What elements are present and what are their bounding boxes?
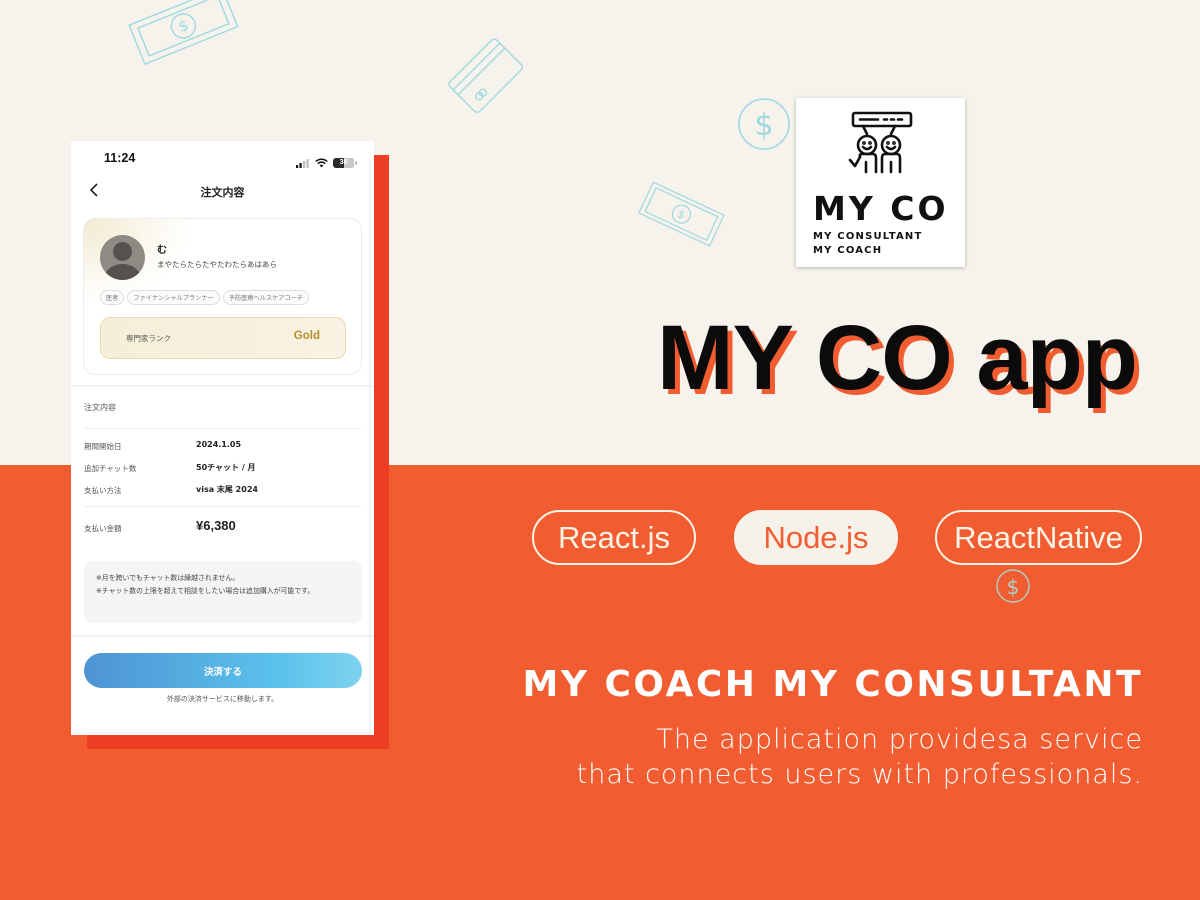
page-title: 注文内容 bbox=[200, 186, 245, 199]
nav-bar: 注文内容 bbox=[71, 177, 374, 205]
divider bbox=[84, 506, 361, 507]
svg-text:$: $ bbox=[754, 108, 773, 143]
row-value-start-date: 2024.1.05 bbox=[196, 440, 242, 449]
tagline: MY COACH MY CONSULTANT bbox=[522, 664, 1143, 705]
logo-subtitle: MY COACH bbox=[813, 245, 883, 256]
tag: 予防医療ヘルスケアコーチ bbox=[222, 290, 309, 305]
row-value-chat-count: 50チャット / 月 bbox=[196, 463, 256, 472]
phone-screen: 11:24 38 注文内容 む まやたらたらたやたわたらあはあら 医者 ファイナ… bbox=[71, 141, 374, 735]
dollar-coin-icon: $ bbox=[995, 568, 1031, 604]
notice-line: ※月を跨いでもチャット数は繰越されません。 bbox=[96, 574, 240, 582]
section-divider bbox=[71, 385, 374, 387]
banknote-icon: $ bbox=[128, 0, 239, 66]
status-bar: 11:24 38 bbox=[71, 141, 374, 177]
wifi-icon bbox=[315, 153, 328, 172]
description: The application providesa service that c… bbox=[577, 722, 1143, 792]
divider bbox=[84, 428, 361, 429]
dollar-coin-icon: $ bbox=[737, 97, 791, 151]
notice-box: ※月を跨いでもチャット数は繰越されません。 ※チャット数の上限を超えて相談をした… bbox=[84, 561, 362, 623]
notice-line: ※チャット数の上限を超えて相談をしたい場合は追加購入が可能です。 bbox=[96, 587, 315, 595]
pay-button[interactable]: 決済する bbox=[84, 653, 362, 688]
row-label-start-date: 期間開始日 bbox=[84, 442, 122, 451]
row-value-payment-method: visa 末尾 2024 bbox=[196, 485, 258, 494]
tech-pill-react: React.js bbox=[532, 510, 696, 565]
row-label-chat-count: 追加チャット数 bbox=[84, 464, 137, 473]
logo-subtitle: MY CONSULTANT bbox=[813, 231, 923, 242]
banknote-icon: $ bbox=[636, 180, 726, 250]
description-line: that connects users with professionals. bbox=[576, 759, 1143, 790]
app-title: MY CO app bbox=[656, 307, 1138, 409]
tech-pill-react-native: ReactNative bbox=[935, 510, 1142, 565]
tag: ファイナンシャルプランナー bbox=[127, 290, 220, 305]
rank-label: 専門家ランク bbox=[126, 334, 171, 343]
section-divider bbox=[71, 635, 374, 637]
svg-text:$: $ bbox=[176, 16, 192, 36]
total-label: 支払い金額 bbox=[84, 524, 122, 533]
rank-value: Gold bbox=[293, 330, 320, 342]
pay-note: 外部の決済サービスに移動します。 bbox=[166, 695, 279, 703]
order-section-title: 注文内容 bbox=[84, 403, 116, 412]
signal-icon bbox=[296, 153, 310, 172]
total-price: ¥6,380 bbox=[196, 518, 236, 533]
app-logo: MY CO MY CONSULTANT MY COACH bbox=[796, 98, 965, 267]
user-bio: まやたらたらたやたわたらあはあら bbox=[157, 260, 277, 269]
tag: 医者 bbox=[100, 290, 125, 305]
tech-pill-node: Node.js bbox=[734, 510, 898, 565]
svg-text:$: $ bbox=[1007, 575, 1020, 599]
status-icons: 38 bbox=[296, 153, 357, 172]
expert-rank-box: 専門家ランク Gold bbox=[100, 317, 346, 359]
avatar bbox=[100, 235, 145, 280]
battery-icon: 38 bbox=[333, 157, 357, 168]
profile-card: む まやたらたらたやたわたらあはあら 医者 ファイナンシャルプランナー 予防医療… bbox=[83, 218, 362, 375]
status-time: 11:24 bbox=[104, 151, 136, 165]
two-people-chat-icon bbox=[847, 110, 915, 182]
credit-card-icon bbox=[440, 30, 530, 120]
logo-name: MY CO bbox=[813, 189, 949, 228]
tag-list: 医者 ファイナンシャルプランナー 予防医療ヘルスケアコーチ bbox=[100, 290, 309, 305]
svg-text:$: $ bbox=[675, 207, 687, 222]
row-label-payment-method: 支払い方法 bbox=[84, 486, 122, 495]
user-name: む bbox=[157, 245, 167, 256]
description-line: The application providesa service bbox=[656, 724, 1143, 755]
